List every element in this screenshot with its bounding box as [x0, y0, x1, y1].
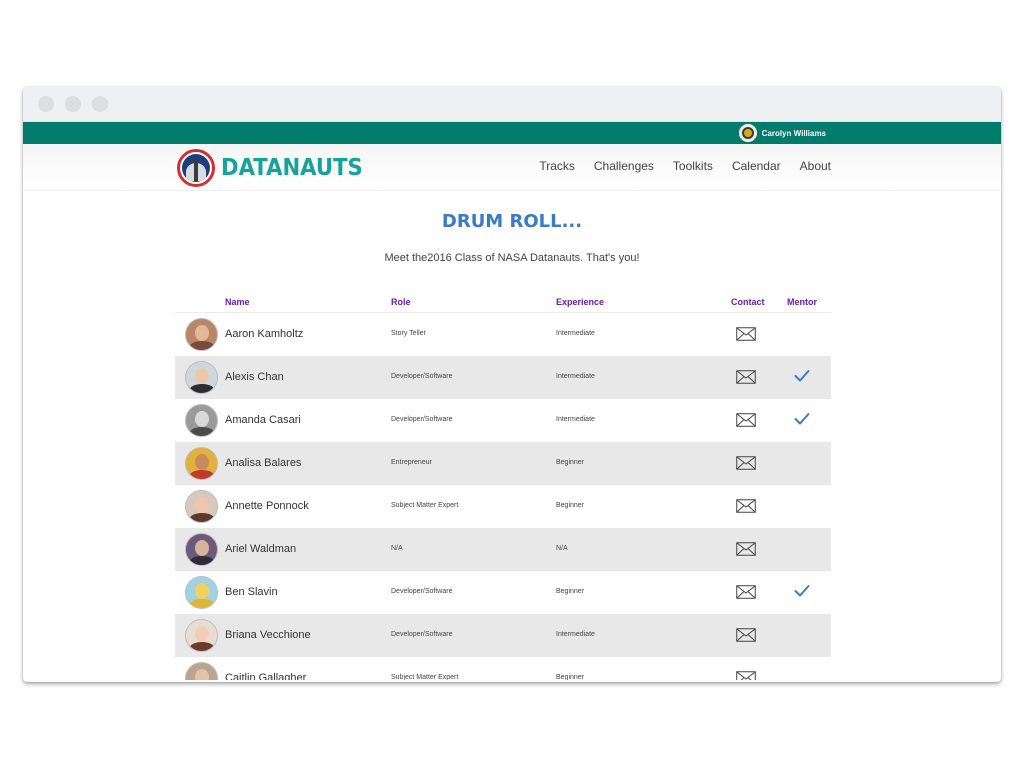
members-table: Name Role Experience Contact Mentor Aaro…: [175, 291, 831, 680]
avatar: [185, 404, 218, 437]
member-experience: N/A: [556, 545, 568, 552]
table-body: Aaron Kamholtz Story Teller Intermediate Al…: [175, 313, 831, 680]
mail-icon[interactable]: [736, 456, 756, 470]
brand-name: DATANAUTS: [221, 155, 363, 181]
member-experience: Intermediate: [556, 373, 595, 380]
datanauts-logo-icon: [177, 149, 215, 187]
member-role: Entrepreneur: [391, 459, 432, 466]
mentor-check-icon: [794, 413, 810, 425]
avatar: [185, 361, 218, 394]
member-name[interactable]: Ariel Waldman: [225, 543, 296, 555]
avatar: [185, 318, 218, 351]
member-role: N/A: [391, 545, 403, 552]
mentor-check-icon: [794, 585, 810, 597]
page-title: DRUM ROLL...: [441, 211, 583, 232]
mail-icon[interactable]: [736, 327, 756, 341]
mail-icon[interactable]: [736, 628, 756, 642]
user-name: Carolyn Williams: [761, 128, 826, 138]
member-role: Developer/Software: [391, 588, 453, 595]
member-name[interactable]: Aaron Kamholtz: [225, 328, 303, 340]
browser-window: Carolyn Williams DATANAUTS Tracks Challe…: [23, 87, 1001, 682]
member-experience: Beginner: [556, 459, 585, 466]
member-name[interactable]: Alexis Chan: [225, 371, 284, 383]
user-menu[interactable]: Carolyn Williams: [738, 124, 826, 142]
member-role: Developer/Software: [391, 373, 453, 380]
member-role: Story Teller: [391, 330, 426, 337]
column-header-mentor[interactable]: Mentor: [787, 297, 817, 307]
table-row[interactable]: Alexis Chan Developer/Software Intermediat…: [175, 356, 831, 399]
mail-icon[interactable]: [736, 499, 756, 513]
browser-chrome: [23, 87, 1001, 122]
member-name[interactable]: Analisa Balares: [225, 457, 301, 469]
table-row[interactable]: Ariel Waldman N/A N/A: [175, 528, 831, 571]
table-row[interactable]: Aaron Kamholtz Story Teller Intermediate: [175, 313, 831, 356]
table-row[interactable]: Annette Ponnock Subject Matter Expert Begi…: [175, 485, 831, 528]
avatar: [185, 447, 218, 480]
member-role: Subject Matter Expert: [391, 502, 459, 509]
mail-icon[interactable]: [736, 671, 756, 680]
page-subtitle: Meet the2016 Class of NASA Datanauts. Th…: [384, 252, 640, 264]
mail-icon[interactable]: [736, 413, 756, 427]
nav-tracks[interactable]: Tracks: [539, 159, 575, 173]
table-row[interactable]: Ben Slavin Developer/Software Beginner: [175, 571, 831, 614]
window-minimize-button[interactable]: [65, 96, 81, 112]
member-experience: Beginner: [556, 588, 585, 595]
user-avatar: [738, 124, 757, 142]
nav-calendar[interactable]: Calendar: [732, 159, 781, 173]
nav-challenges[interactable]: Challenges: [594, 159, 654, 173]
table-row[interactable]: Analisa Balares Entrepreneur Beginner: [175, 442, 831, 485]
member-name[interactable]: Ben Slavin: [225, 586, 278, 598]
member-role: Subject Matter Expert: [391, 674, 459, 680]
member-experience: Beginner: [556, 502, 585, 509]
column-header-contact: Contact: [731, 297, 765, 307]
window-close-button[interactable]: [38, 96, 54, 112]
site-header: DATANAUTS Tracks Challenges Toolkits Cal…: [23, 144, 1001, 191]
nav-toolkits[interactable]: Toolkits: [673, 159, 713, 173]
member-name[interactable]: Caitlin Gallagher: [225, 672, 306, 680]
member-role: Developer/Software: [391, 416, 453, 423]
column-header-name[interactable]: Name: [225, 297, 250, 307]
member-name[interactable]: Briana Vecchione: [225, 629, 311, 641]
member-name[interactable]: Amanda Casari: [225, 414, 301, 426]
column-header-experience[interactable]: Experience: [556, 297, 604, 307]
column-header-role[interactable]: Role: [391, 297, 411, 307]
page-content: DRUM ROLL... Meet the2016 Class of NASA …: [23, 191, 1001, 680]
mail-icon[interactable]: [736, 370, 756, 384]
mail-icon[interactable]: [736, 585, 756, 599]
member-experience: Beginner: [556, 674, 585, 680]
avatar: [185, 490, 218, 523]
member-experience: Intermediate: [556, 631, 595, 638]
avatar: [185, 662, 218, 680]
member-name[interactable]: Annette Ponnock: [225, 500, 309, 512]
avatar: [185, 533, 218, 566]
brand-logo-link[interactable]: DATANAUTS: [177, 149, 375, 187]
avatar: [185, 576, 218, 609]
member-experience: Intermediate: [556, 416, 595, 423]
main-nav: Tracks Challenges Toolkits Calendar Abou…: [539, 159, 831, 173]
user-bar: Carolyn Williams: [23, 122, 1001, 144]
table-row[interactable]: Briana Vecchione Developer/Software Interm…: [175, 614, 831, 657]
table-row[interactable]: Amanda Casari Developer/Software Intermedi…: [175, 399, 831, 442]
table-row[interactable]: Caitlin Gallagher Subject Matter Expert Be…: [175, 657, 831, 680]
mail-icon[interactable]: [736, 542, 756, 556]
avatar: [185, 619, 218, 652]
member-role: Developer/Software: [391, 631, 453, 638]
window-zoom-button[interactable]: [92, 96, 108, 112]
mentor-check-icon: [794, 370, 810, 382]
nav-about[interactable]: About: [800, 159, 831, 173]
member-experience: Intermediate: [556, 330, 595, 337]
table-header: Name Role Experience Contact Mentor: [175, 291, 831, 313]
